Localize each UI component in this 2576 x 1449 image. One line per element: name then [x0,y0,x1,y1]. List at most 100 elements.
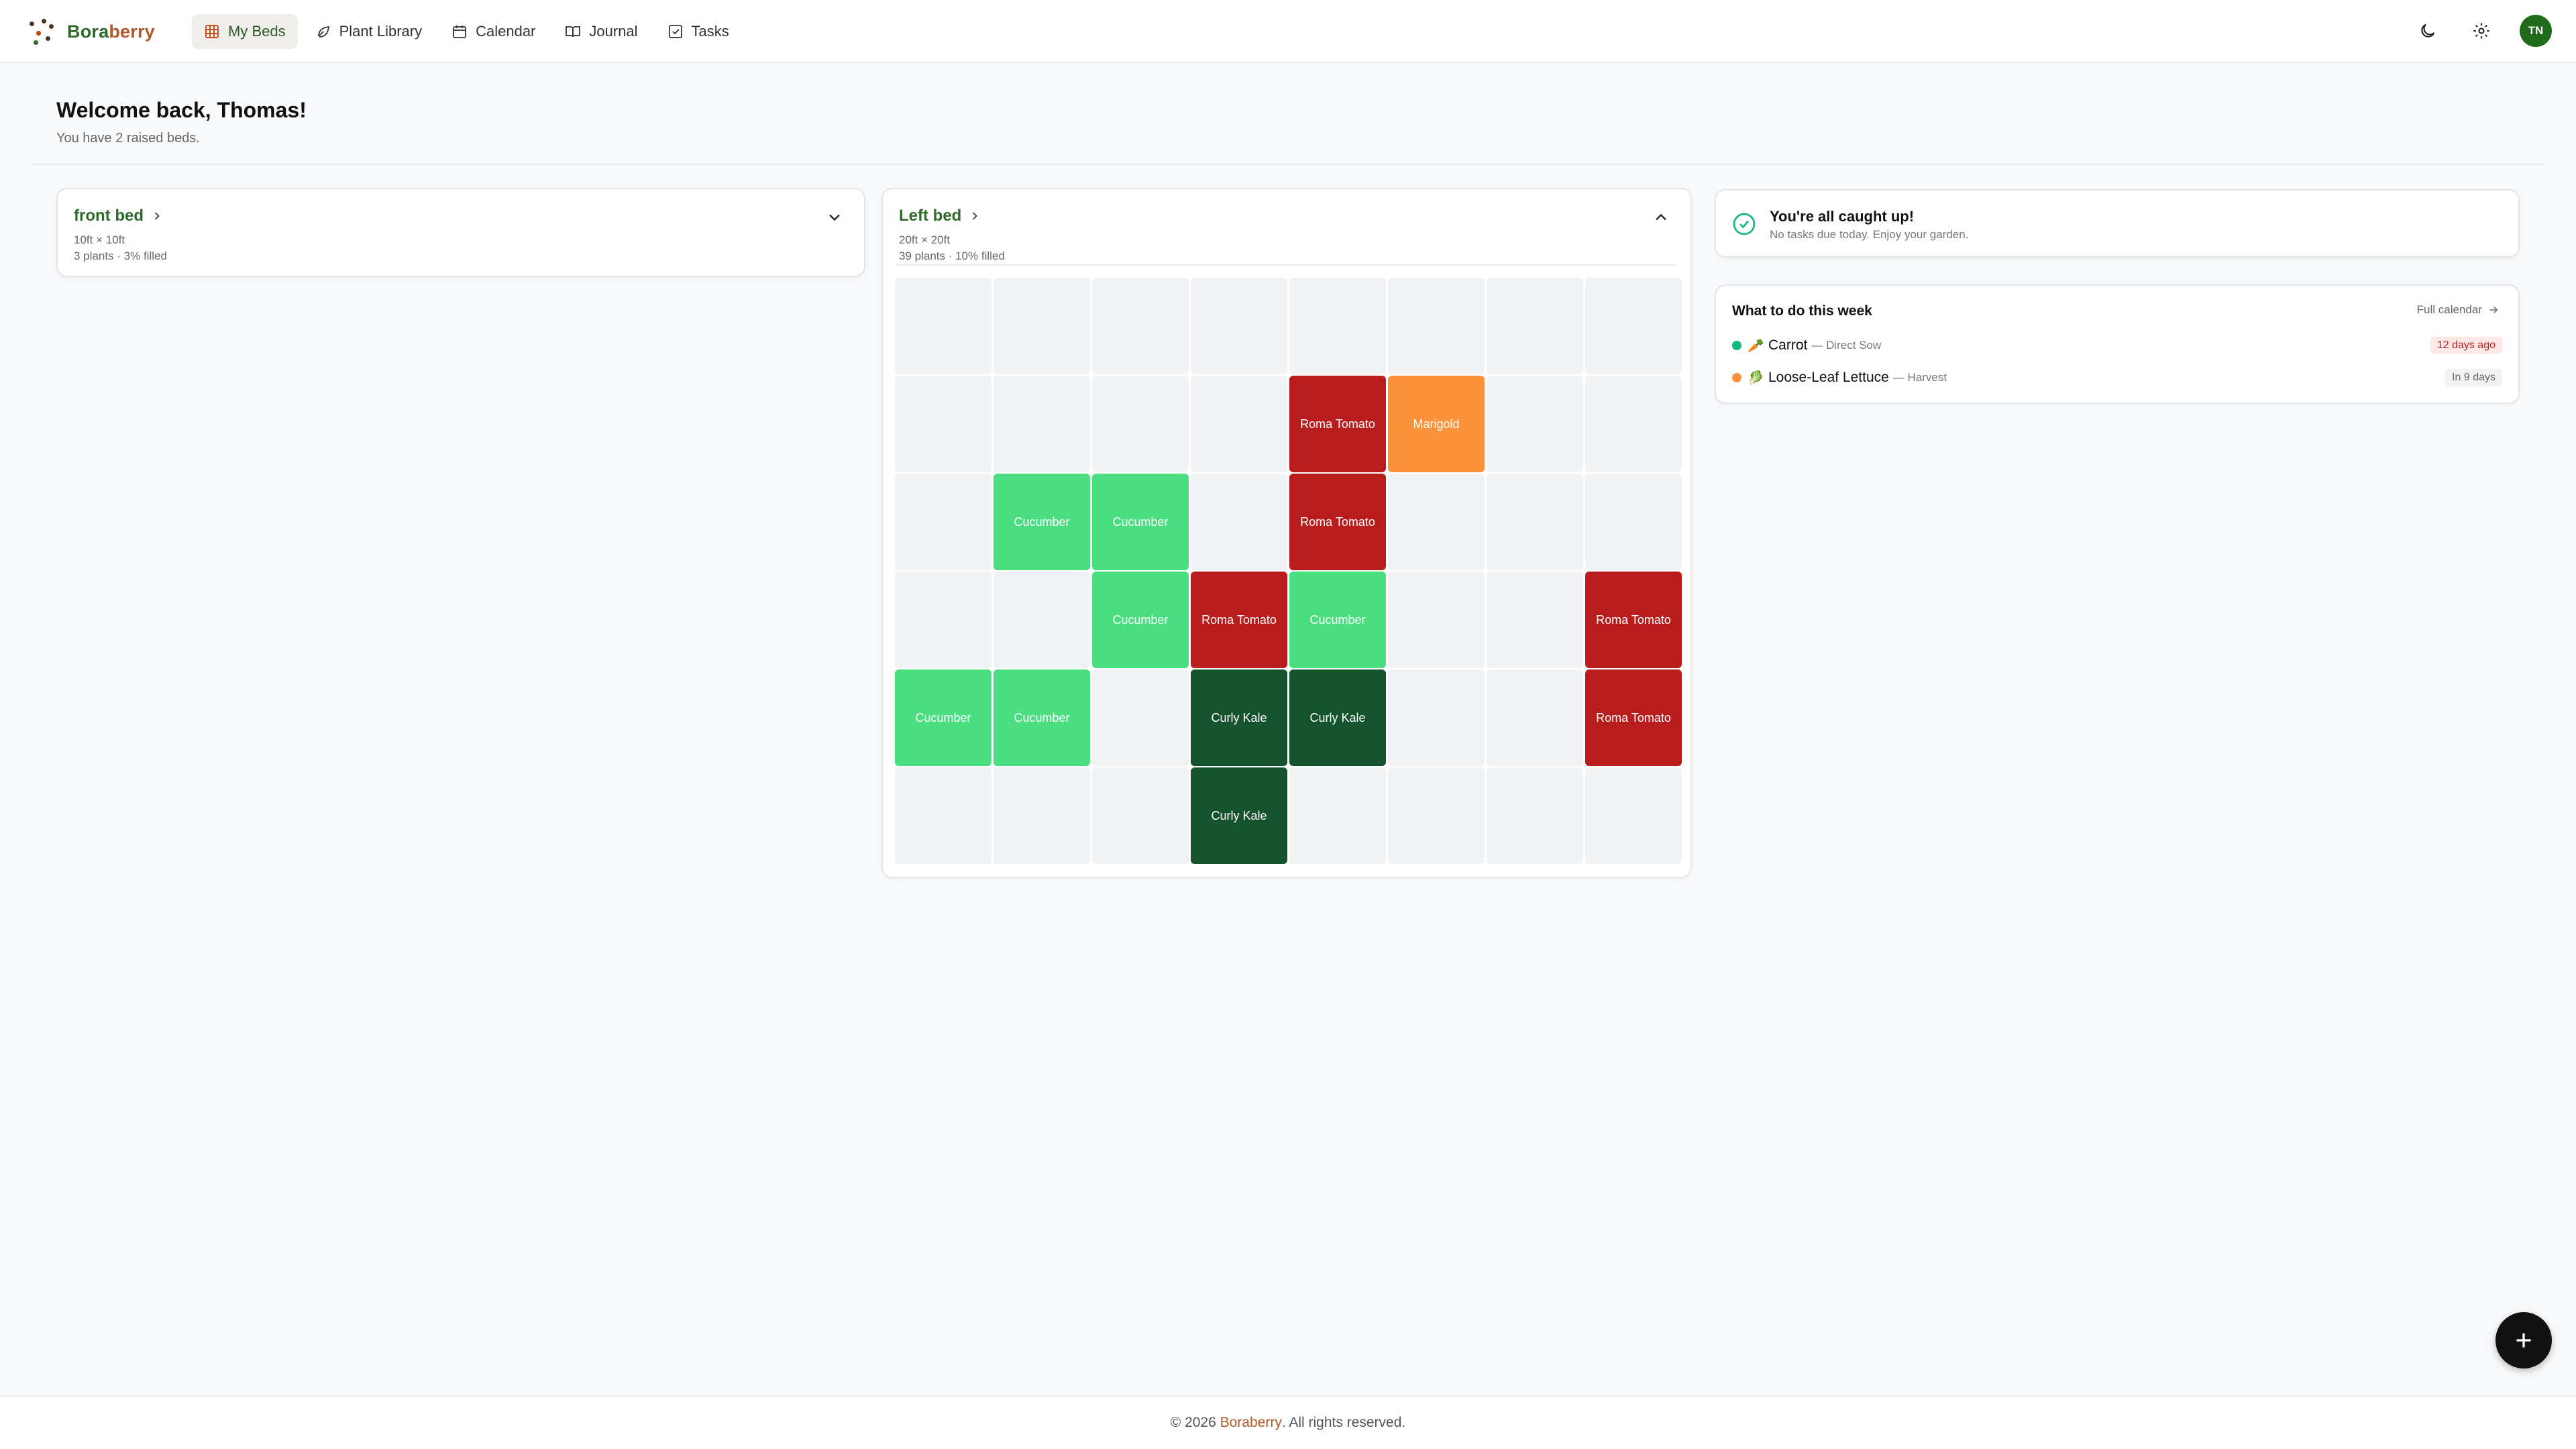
empty-cell[interactable] [1191,474,1287,570]
page-subtitle: You have 2 raised beds. [56,131,200,146]
empty-cell[interactable] [1585,474,1682,570]
plant-cell[interactable]: Cucumber [895,669,991,766]
section-divider [32,164,2544,165]
plant-cell[interactable]: Roma Tomato [1191,572,1287,668]
brand-part-2: berry [109,21,155,42]
empty-cell[interactable] [895,376,991,472]
empty-cell[interactable] [1092,278,1189,374]
chevron-down-icon[interactable] [825,208,844,227]
week-title: What to do this week [1732,303,1872,319]
full-calendar-link[interactable]: Full calendar [2417,303,2500,317]
empty-cell[interactable] [1487,376,1583,472]
bed-title-link[interactable]: Left bed [899,207,981,225]
week-card: What to do this week Full calendar 🥕 Car… [1715,284,2520,404]
full-calendar-label: Full calendar [2416,303,2482,316]
welcome-section: Welcome back, Thomas! You have 2 raised … [56,98,307,146]
footer-brand-link[interactable]: Boraberry [1220,1415,1282,1431]
plant-cell[interactable]: Cucumber [994,474,1090,570]
add-button[interactable] [2496,1312,2552,1368]
nav-item-calendar[interactable]: Calendar [439,14,547,49]
empty-cell[interactable] [1388,572,1485,668]
empty-cell[interactable] [1487,669,1583,766]
empty-cell[interactable] [994,376,1090,472]
plant-cell[interactable]: Roma Tomato [1585,572,1682,668]
nav-item-journal[interactable]: Journal [553,14,649,49]
nav-item-tasks[interactable]: Tasks [655,14,741,49]
empty-cell[interactable] [1289,767,1386,864]
empty-cell[interactable] [1388,767,1485,864]
empty-cell[interactable] [1289,278,1386,374]
task-row[interactable]: 🥕 Carrot — Direct Sow 12 days ago [1732,334,2502,357]
leaf-icon [317,25,329,38]
empty-cell[interactable] [994,767,1090,864]
bed-summary: 39 plants · 10% filled [899,250,1005,262]
empty-cell[interactable] [1388,474,1485,570]
plant-cell[interactable]: Curly Kale [1289,669,1386,766]
nav-item-my-beds[interactable]: My Beds [192,14,298,49]
bed-dimensions: 20ft × 20ft [899,233,951,246]
empty-cell[interactable] [1487,474,1583,570]
nav-label: Calendar [476,23,536,40]
empty-cell[interactable] [895,278,991,374]
empty-cell[interactable] [1092,767,1189,864]
empty-cell[interactable] [895,572,991,668]
gear-icon [2473,23,2489,39]
bed-dimensions: 10ft × 10ft [74,233,125,246]
empty-cell[interactable] [1388,669,1485,766]
main-nav: My Beds Plant Library Calendar Journal T… [192,14,747,49]
task-action: — Direct Sow [1811,339,1882,352]
empty-cell[interactable] [1585,767,1682,864]
carrot-icon: 🥕 [1747,338,1764,354]
empty-cell[interactable] [1092,376,1189,472]
status-dot [1732,373,1741,382]
nav-item-plant-library[interactable]: Plant Library [303,14,435,49]
bed-grid: Roma Tomato Marigold Cucumber Cucumber Roma … [895,278,1682,865]
empty-cell[interactable] [895,474,991,570]
status-dot [1732,341,1741,350]
plant-cell[interactable]: Roma Tomato [1289,376,1386,472]
plant-cell[interactable]: Curly Kale [1191,669,1287,766]
plant-cell[interactable]: Cucumber [1092,474,1189,570]
chevron-up-icon[interactable] [1652,208,1670,227]
empty-cell[interactable] [994,278,1090,374]
plant-cell[interactable]: Cucumber [1289,572,1386,668]
settings-button[interactable] [2466,15,2497,46]
plant-cell[interactable]: Roma Tomato [1585,669,1682,766]
empty-cell[interactable] [1388,278,1485,374]
empty-cell[interactable] [1487,572,1583,668]
empty-cell[interactable] [1191,278,1287,374]
brand-name: Boraberry [67,21,155,42]
plant-cell[interactable]: Roma Tomato [1289,474,1386,570]
due-badge: 12 days ago [2430,337,2502,354]
plant-cell[interactable]: Cucumber [1092,572,1189,668]
lettuce-icon: 🥬 [1747,370,1764,386]
empty-cell[interactable] [1092,669,1189,766]
logo[interactable]: Boraberry [27,17,155,46]
empty-cell[interactable] [1585,278,1682,374]
empty-cell[interactable] [1191,376,1287,472]
empty-cell[interactable] [895,767,991,864]
task-plant: Loose-Leaf Lettuce [1768,370,1889,385]
theme-toggle-button[interactable] [2412,15,2443,46]
plant-cell[interactable]: Cucumber [994,669,1090,766]
due-badge: In 9 days [2445,369,2502,386]
bed-divider [896,264,1677,266]
plant-cell[interactable]: Curly Kale [1191,767,1287,864]
plant-cell[interactable]: Marigold [1388,376,1485,472]
bed-title-link[interactable]: front bed [74,207,164,225]
empty-cell[interactable] [994,572,1090,668]
task-row[interactable]: 🥬 Loose-Leaf Lettuce — Harvest In 9 days [1732,366,2502,389]
empty-cell[interactable] [1487,278,1583,374]
check-circle-icon [1733,213,1756,235]
avatar-initials: TN [2528,24,2544,37]
avatar[interactable]: TN [2520,15,2552,47]
chevron-right-icon [973,212,978,220]
grid-icon [205,25,219,38]
top-header: Boraberry My Beds Plant Library Calendar… [0,0,2576,63]
nav-label: Plant Library [339,23,423,40]
empty-cell[interactable] [1487,767,1583,864]
calendar-icon [453,25,467,38]
caught-up-card: You're all caught up! No tasks due today… [1715,189,2520,258]
moon-icon [2421,23,2435,38]
empty-cell[interactable] [1585,376,1682,472]
